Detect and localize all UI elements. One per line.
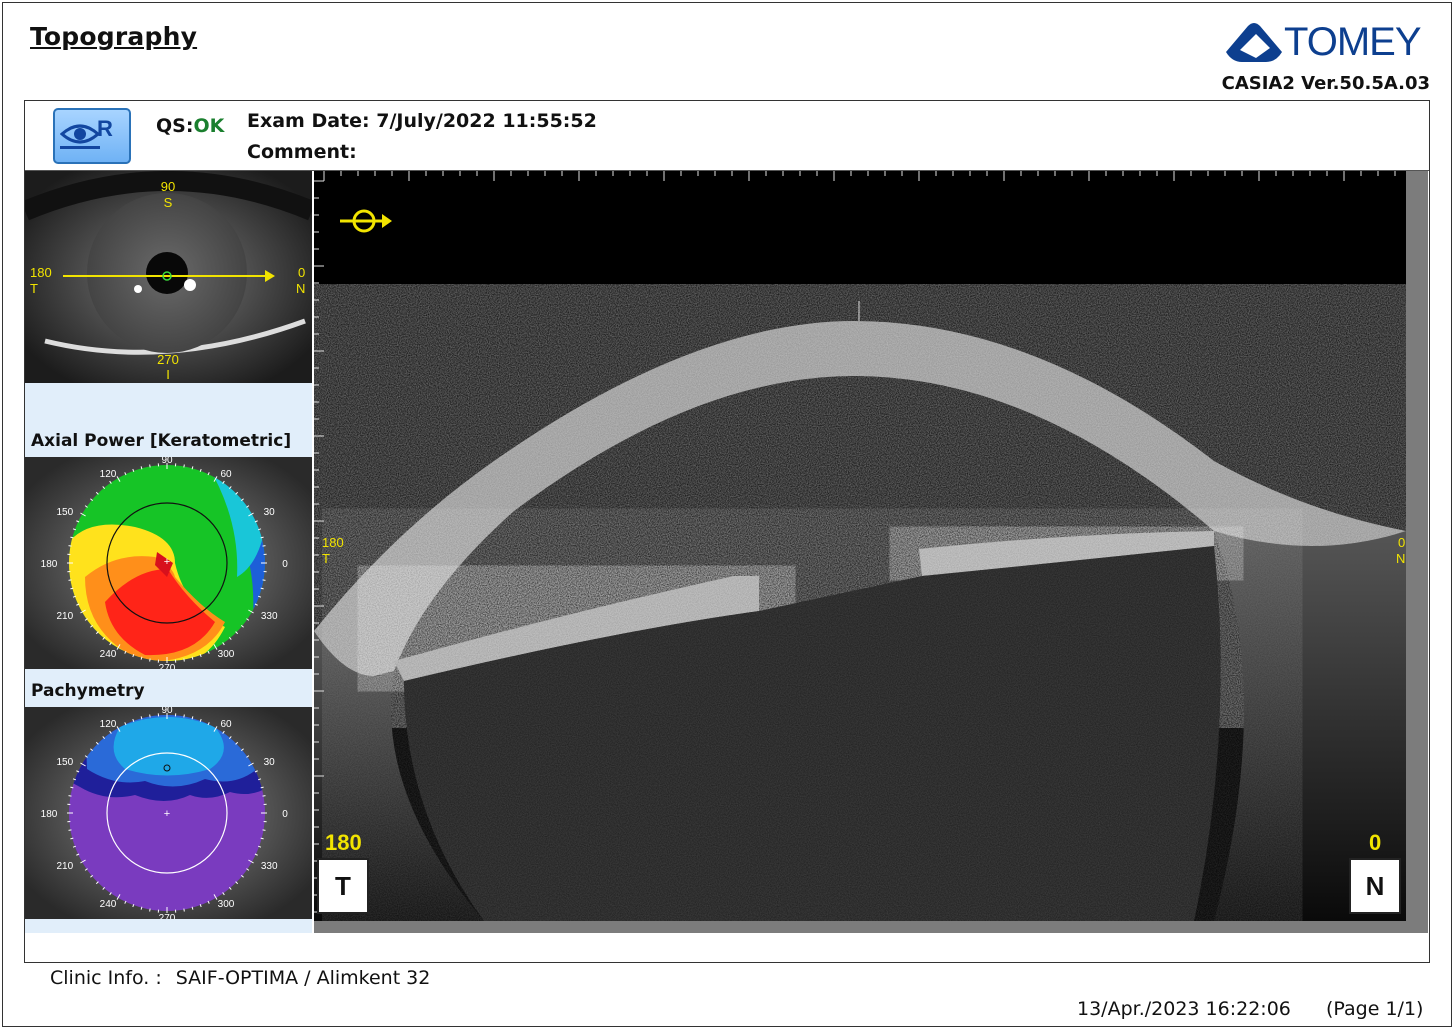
report-title: Topography [30, 22, 198, 51]
map-angle-label: 30 [264, 757, 276, 768]
map-angle-label: 120 [100, 469, 117, 480]
map-angle-tick [183, 714, 185, 718]
oct-left-dir: T [322, 551, 330, 566]
map-angle-tick [149, 464, 151, 468]
eye-photo-top-dir: S [164, 195, 173, 210]
exam-date: Exam Date: 7/July/2022 11:55:52 [247, 110, 597, 132]
map-angle-label: 240 [100, 649, 117, 660]
eye-icon [60, 124, 100, 149]
map-angle-label: 330 [261, 611, 278, 622]
oct-right-deg: 0 [1398, 535, 1405, 550]
device-version: CASIA2 Ver.50.5A.03 [1221, 73, 1430, 94]
map-angle-tick [183, 658, 185, 662]
map-angle-label: 180 [41, 559, 58, 570]
oct-side-strip [1406, 171, 1428, 933]
map-angle-tick [262, 579, 266, 581]
eye-badge: R [53, 108, 131, 164]
map-center-mark: + [164, 808, 170, 820]
map-angle-label: 90 [161, 457, 173, 466]
clinic-label: Clinic Info. : [50, 967, 162, 989]
qs-value: OK [193, 115, 225, 137]
map-center-mark: + [164, 556, 170, 568]
print-timestamp: 13/Apr./2023 16:22:06 [1077, 998, 1291, 1020]
qs-label: QS: [156, 115, 194, 137]
map-angle-label: 210 [56, 611, 73, 622]
map-angle-label: 180 [41, 809, 58, 820]
clinic-info: Clinic Info. : SAIF-OPTIMA / Alimkent 32 [50, 967, 430, 989]
oct-right-dir: N [1396, 551, 1405, 566]
eye-photo-left-deg: 180 [30, 265, 52, 280]
eye-photo-right-dir: N [296, 281, 305, 296]
map-angle-label: 60 [220, 719, 232, 730]
map-angle-label: 300 [218, 649, 235, 660]
oct-left-deg: 180 [322, 535, 344, 550]
comment: Comment: [247, 141, 357, 163]
pachymetry-map: + 90 60 30 0 330 300 270 240 210 180 150 120 [25, 707, 312, 919]
map-angle-tick [68, 579, 72, 581]
tomey-logo: TOMEY [1226, 20, 1436, 66]
axial-power-map: + 90 60 30 0 330 300 270 240 210 180 150 120 [25, 457, 312, 669]
map-angle-label: 210 [56, 861, 73, 872]
map-angle-tick [149, 714, 151, 718]
oct-corner-right-number: 0 [1369, 830, 1382, 855]
map-angle-tick [149, 658, 151, 662]
brand-name: TOMEY [1284, 20, 1422, 64]
map-angle-label: 270 [159, 913, 176, 919]
map-angle-tick [68, 829, 72, 831]
map-angle-tick [183, 908, 185, 912]
page-number: (Page 1/1) [1326, 998, 1424, 1020]
left-panel: 90 S 180 T 0 N 270 I Axial Power [Kerato… [25, 171, 312, 933]
eye-photo-top-deg: 90 [161, 179, 175, 194]
clinic-value: SAIF-OPTIMA / Alimkent 32 [175, 967, 431, 989]
map-angle-label: 120 [100, 719, 117, 730]
oct-bottom-strip [314, 921, 1428, 933]
map-angle-label: 150 [56, 507, 73, 518]
map-angle-tick [149, 908, 151, 912]
map-angle-label: 240 [100, 899, 117, 910]
quality-score: QS:OK [156, 115, 224, 137]
eye-photo-bottom-dir: I [166, 367, 170, 382]
oct-cross-section: 180 T 0 N 180 T 0 N [314, 171, 1406, 921]
map-angle-tick [68, 795, 72, 797]
exam-header: R QS:OK Exam Date: 7/July/2022 11:55:52 … [25, 101, 1429, 171]
map-angle-label: 30 [264, 507, 276, 518]
eye-photo-bottom-deg: 270 [157, 352, 179, 367]
map-angle-tick [68, 545, 72, 547]
report-frame: R QS:OK Exam Date: 7/July/2022 11:55:52 … [24, 100, 1430, 963]
map-angle-label: 0 [282, 559, 288, 570]
pachymetry-title: Pachymetry [31, 681, 145, 701]
map-angle-tick [262, 829, 266, 831]
eye-photo-left-dir: T [30, 281, 38, 296]
map-angle-tick [183, 464, 185, 468]
eye-side-label: R [97, 116, 113, 141]
map-angle-label: 90 [161, 707, 173, 716]
map-angle-label: 0 [282, 809, 288, 820]
tomey-logo-icon [1226, 23, 1282, 62]
map-angle-label: 300 [218, 899, 235, 910]
oct-corner-left-number: 180 [325, 830, 362, 855]
map-angle-tick [262, 545, 266, 547]
oct-corner-right-letter: N [1349, 858, 1401, 914]
map-angle-label: 270 [159, 663, 176, 669]
eye-photo-right-deg: 0 [298, 265, 305, 280]
anterior-eye-photo: 90 S 180 T 0 N 270 I [25, 171, 312, 383]
oct-corner-left-letter: T [317, 858, 369, 914]
axial-power-title: Axial Power [Keratometric] [31, 431, 292, 451]
map-angle-label: 330 [261, 861, 278, 872]
map-angle-label: 150 [56, 757, 73, 768]
map-angle-tick [262, 795, 266, 797]
map-angle-label: 60 [220, 469, 232, 480]
